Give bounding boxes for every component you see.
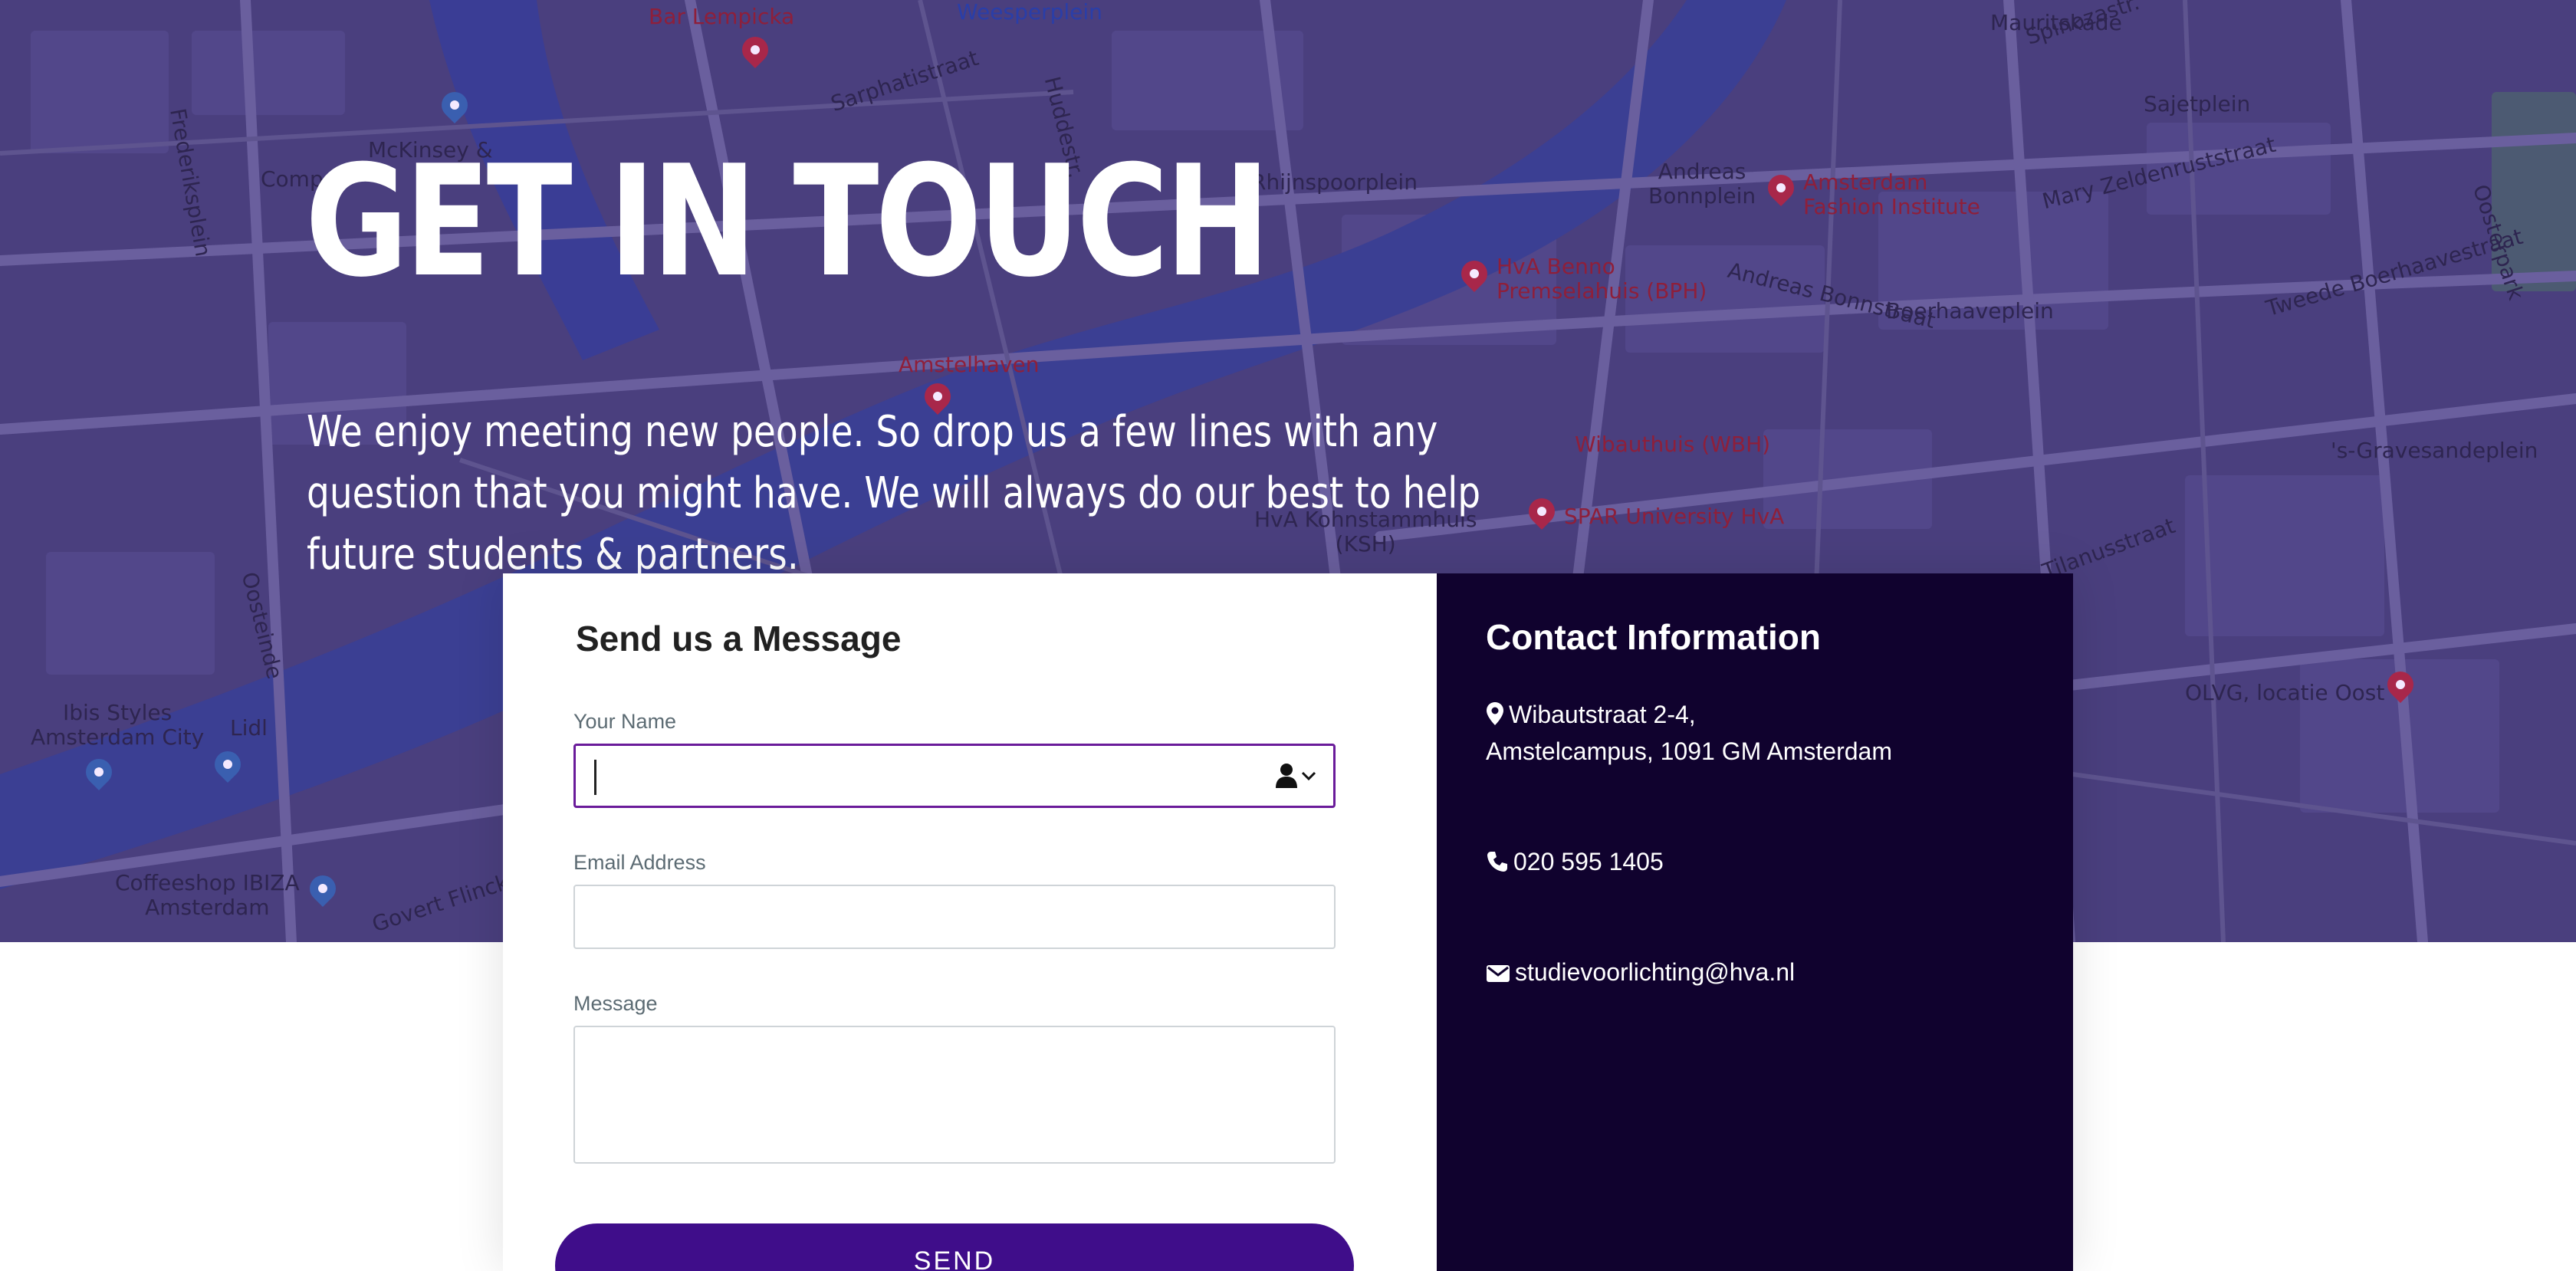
chevron-down-icon (1301, 771, 1316, 781)
map-label-spar[interactable]: SPAR University HvA (1564, 504, 1784, 529)
contact-form: Send us a Message Your Name Email Addres… (503, 573, 1437, 1271)
phone-icon (1487, 852, 1507, 872)
person-icon (1276, 764, 1297, 788)
email-field-label: Email Address (573, 851, 706, 874)
contact-card: Send us a Message Your Name Email Addres… (503, 573, 2073, 1271)
email-row: studievoorlichting@hva.nl (1486, 954, 1795, 990)
address-line-2: Amstelcampus, 1091 GM Amsterdam (1486, 737, 1892, 765)
map-label-rhijnspoorplein: Rhijnspoorplein (1251, 169, 1418, 195)
name-field[interactable] (573, 744, 1336, 808)
address-block: Wibautstraat 2-4, Amstelcampus, 1091 GM … (1486, 696, 1892, 770)
map-label-mauritskade-ne: Mauritskade (1990, 10, 2122, 35)
map-label-bar-lempicka[interactable]: Bar Lempicka (649, 4, 794, 29)
email-address[interactable]: studievoorlichting@hva.nl (1515, 958, 1795, 986)
map-label-ibis-styles[interactable]: Ibis Styles Amsterdam City (31, 700, 204, 750)
map-label-andreas-bonnplein: Andreas Bonnplein (1648, 159, 1756, 209)
map-label-amsterdam-fashion-institute[interactable]: Amsterdam Fashion Institute (1803, 169, 1980, 219)
envelope-icon (1487, 965, 1510, 982)
hero-intro-text: We enjoy meeting new people. So drop us … (307, 407, 1481, 580)
form-title: Send us a Message (576, 619, 902, 658)
contact-information-panel: Contact Information Wibautstraat 2-4, Am… (1437, 573, 2073, 1271)
name-field-label: Your Name (573, 710, 677, 733)
map-label-lidl[interactable]: Lidl (230, 715, 268, 741)
phone-number[interactable]: 020 595 1405 (1513, 848, 1664, 875)
email-field[interactable] (573, 885, 1336, 949)
map-label-coffeeshop-ibiza[interactable]: Coffeeshop IBIZA Amsterdam (115, 870, 300, 920)
map-label-olvg[interactable]: OLVG, locatie Oost (2185, 680, 2384, 705)
map-label-boerhaaveplein: Boerhaaveplein (1886, 298, 2054, 323)
page-title: GET IN TOUCH (305, 133, 1270, 311)
message-textarea[interactable] (573, 1026, 1336, 1164)
phone-row: 020 595 1405 (1486, 843, 1664, 880)
map-marker-icon (1487, 702, 1503, 725)
map-label-sajetplein: Sajetplein (2144, 91, 2251, 117)
map-label-amstelhaven[interactable]: Amstelhaven (899, 352, 1039, 377)
map-label-hva-benno[interactable]: HvA Benno Premselahuis (BPH) (1497, 254, 1707, 304)
contact-information-title: Contact Information (1486, 617, 1821, 657)
message-field-label: Message (573, 992, 658, 1015)
map-label-wibauthuis[interactable]: Wibauthuis (WBH) (1575, 432, 1770, 457)
text-caret (594, 760, 596, 795)
map-label-weesperplein[interactable]: Weesperplein (957, 0, 1102, 25)
address-line-1: Wibautstraat 2-4, (1509, 701, 1696, 728)
send-button[interactable]: SEND (555, 1223, 1354, 1271)
autofill-button[interactable] (1275, 763, 1316, 789)
map-label-s-gravesandeplein: 's-Gravesandeplein (2331, 438, 2538, 463)
